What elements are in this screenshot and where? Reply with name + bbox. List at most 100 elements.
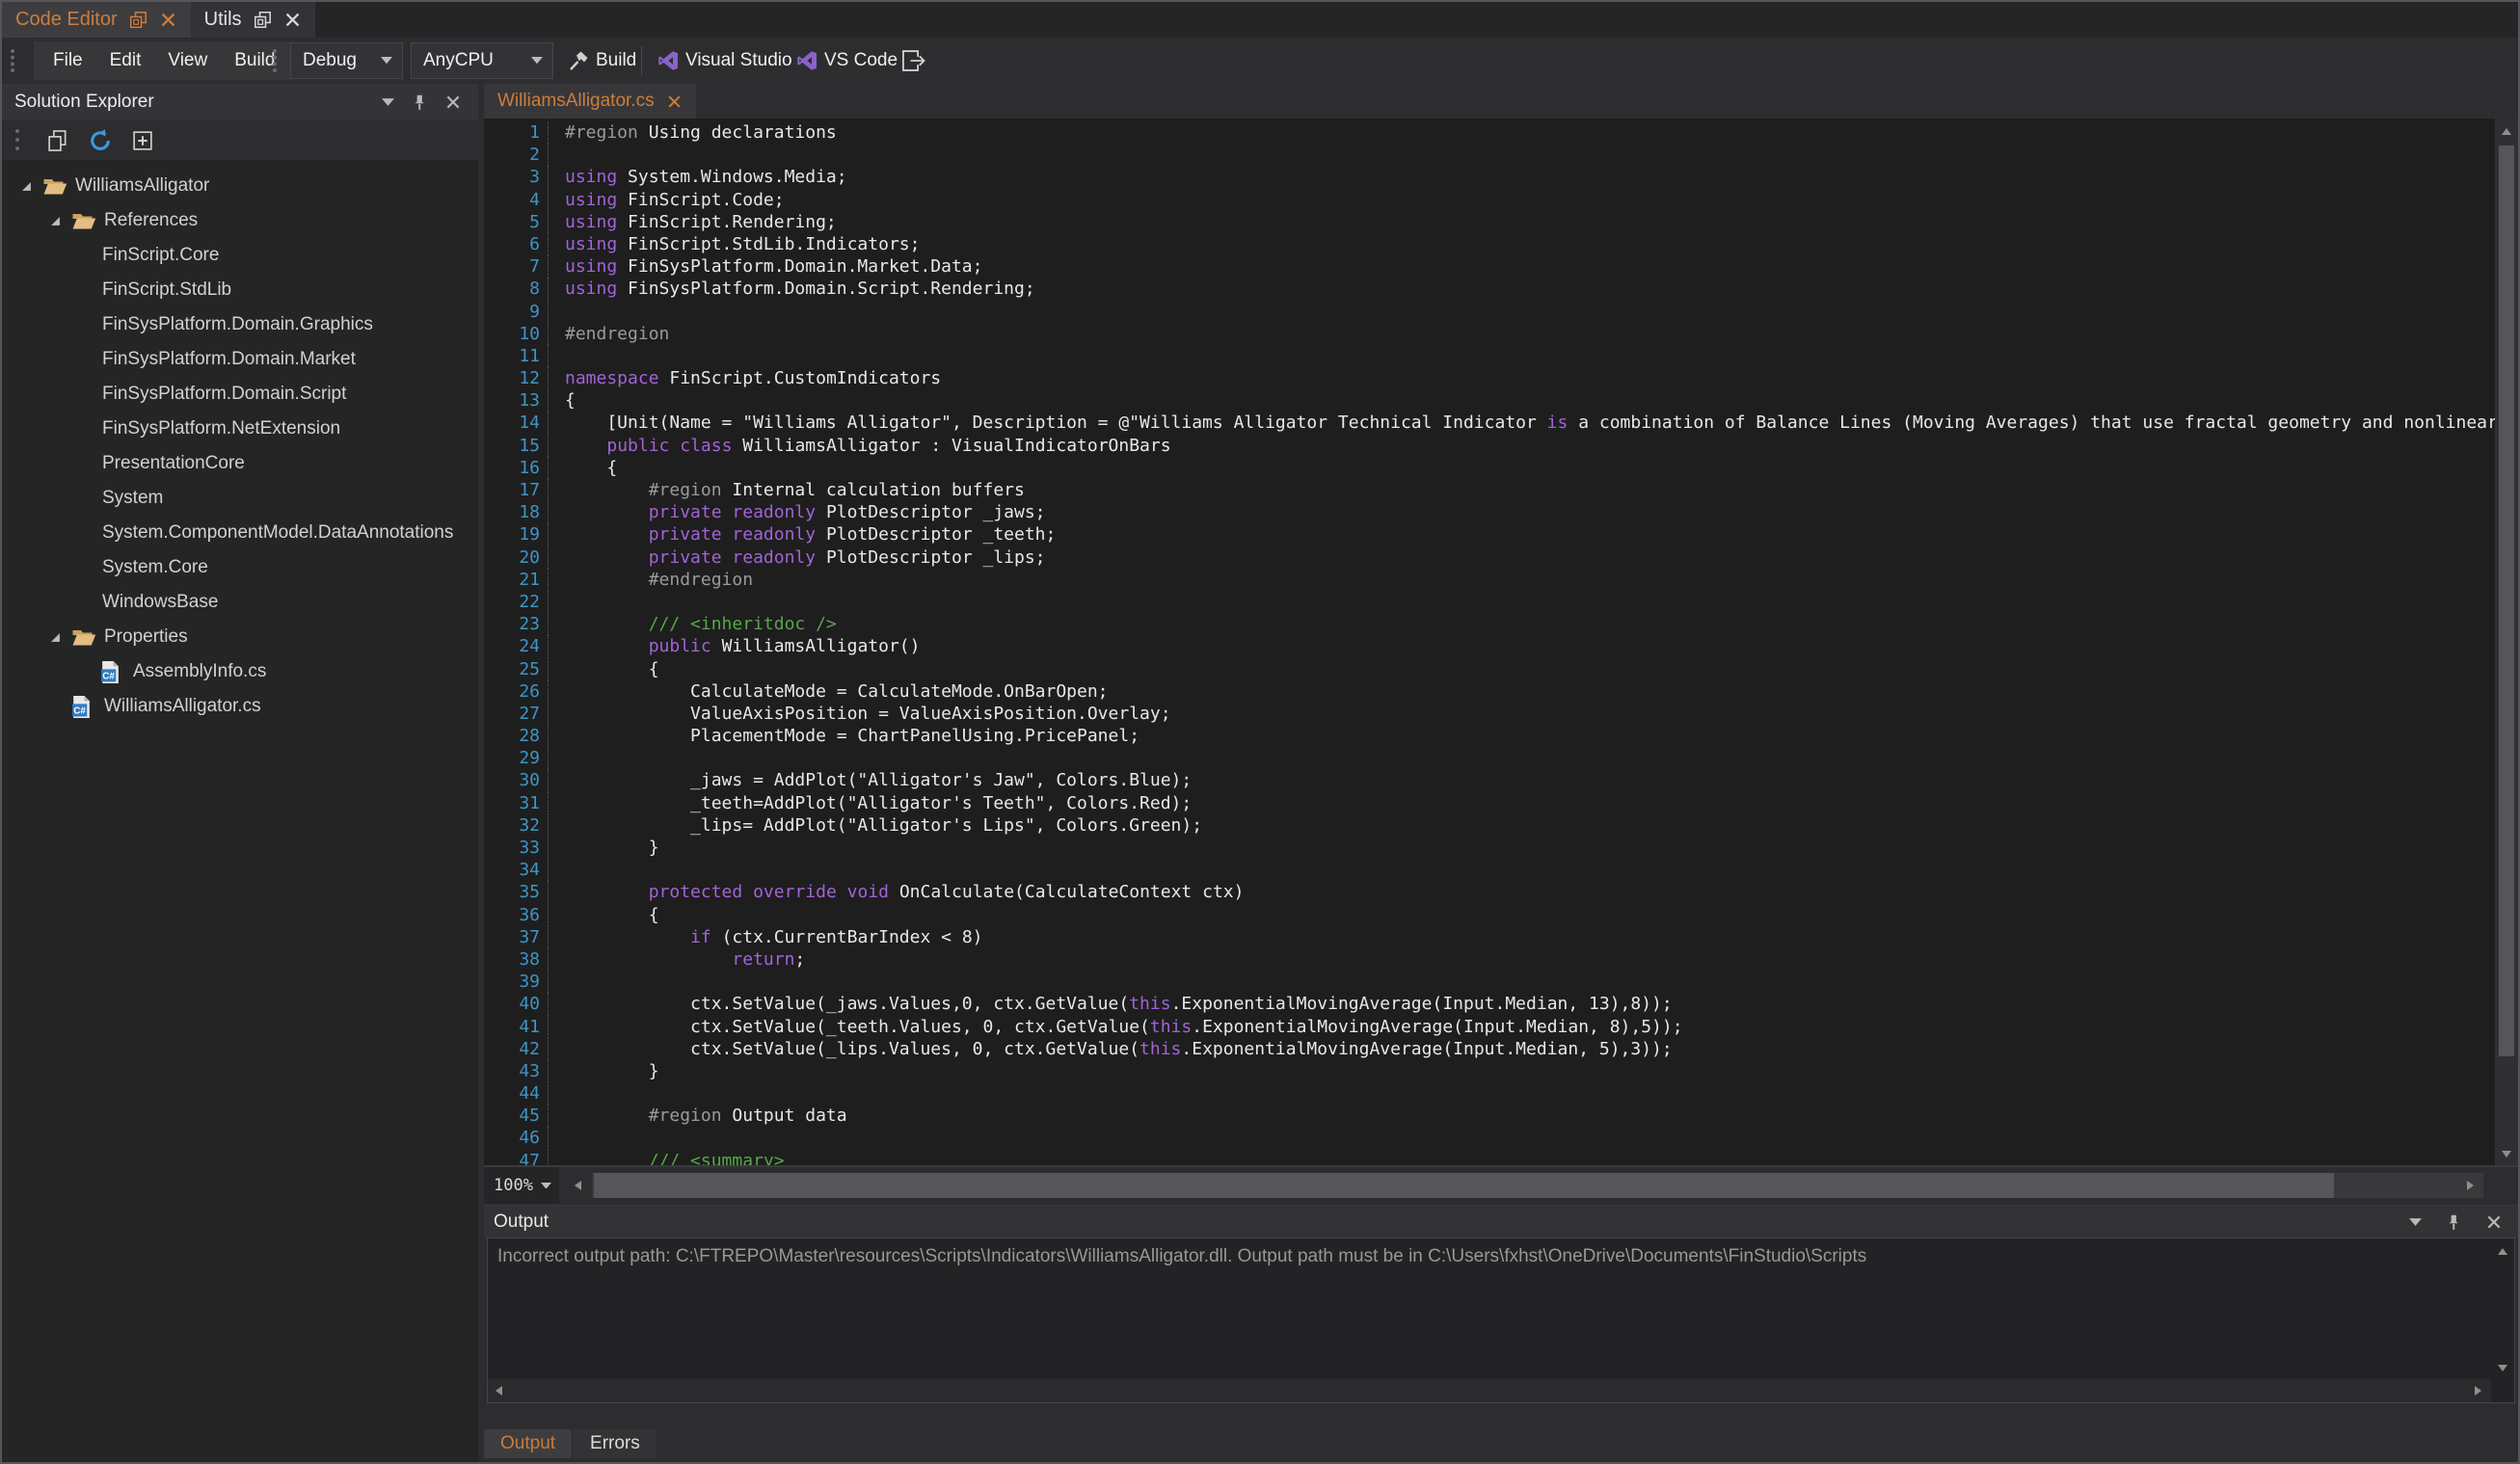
code-editor-area[interactable]: 1#region Using declarations23using Syste… bbox=[484, 119, 2518, 1165]
code-line-17[interactable]: 17 #region Internal calculation buffers bbox=[484, 479, 2495, 501]
code-line-4[interactable]: 4using FinScript.Code; bbox=[484, 189, 2495, 211]
code-line-21[interactable]: 21 #endregion bbox=[484, 569, 2495, 591]
tree-item-finscript-core[interactable]: FinScript.Core bbox=[2, 238, 478, 273]
window-tab-code-editor[interactable]: Code Editor bbox=[2, 2, 191, 38]
code-line-20[interactable]: 20 private readonly PlotDescriptor _lips… bbox=[484, 546, 2495, 569]
code-line-40[interactable]: 40 ctx.SetValue(_jaws.Values,0, ctx.GetV… bbox=[484, 993, 2495, 1015]
code-line-24[interactable]: 24 public WilliamsAlligator() bbox=[484, 635, 2495, 657]
code-line-25[interactable]: 25 { bbox=[484, 658, 2495, 680]
file-tab-williamsalligator[interactable]: WilliamsAlligator.cs bbox=[484, 84, 696, 119]
code-line-27[interactable]: 27 ValueAxisPosition = ValueAxisPosition… bbox=[484, 703, 2495, 725]
code-line-45[interactable]: 45 #region Output data bbox=[484, 1105, 2495, 1127]
tree-item-finsysplatform-domain-graphics[interactable]: FinSysPlatform.Domain.Graphics bbox=[2, 307, 478, 342]
output-horizontal-scrollbar[interactable] bbox=[488, 1379, 2491, 1402]
code-line-14[interactable]: 14 [Unit(Name = "Williams Alligator", De… bbox=[484, 412, 2495, 434]
close-icon[interactable] bbox=[444, 93, 462, 111]
export-button[interactable] bbox=[895, 42, 933, 79]
code-line-32[interactable]: 32 _lips= AddPlot("Alligator's Lips", Co… bbox=[484, 814, 2495, 837]
tree-item-finscript-stdlib[interactable]: FinScript.StdLib bbox=[2, 273, 478, 307]
vertical-scrollbar-thumb[interactable] bbox=[2499, 146, 2514, 1056]
code-line-41[interactable]: 41 ctx.SetValue(_teeth.Values, 0, ctx.Ge… bbox=[484, 1016, 2495, 1038]
code-line-46[interactable]: 46 bbox=[484, 1127, 2495, 1149]
output-tab-errors[interactable]: Errors bbox=[574, 1429, 657, 1458]
open-in-vscode-button[interactable]: VS Code bbox=[790, 42, 903, 79]
open-in-visual-studio-button[interactable]: Visual Studio bbox=[651, 42, 798, 79]
expander-expanded-icon[interactable] bbox=[50, 215, 71, 226]
code-line-34[interactable]: 34 bbox=[484, 859, 2495, 881]
tree-item-system-componentmodel-dataannotations[interactable]: System.ComponentModel.DataAnnotations bbox=[2, 516, 478, 550]
code-line-43[interactable]: 43 } bbox=[484, 1060, 2495, 1082]
toolbar-grip-handle[interactable] bbox=[273, 49, 277, 72]
code-line-38[interactable]: 38 return; bbox=[484, 948, 2495, 971]
output-tab-output[interactable]: Output bbox=[484, 1429, 572, 1458]
menu-build[interactable]: Build bbox=[221, 41, 288, 80]
build-button[interactable]: Build bbox=[561, 42, 642, 79]
float-window-icon[interactable] bbox=[129, 11, 147, 29]
scroll-right-icon[interactable] bbox=[2464, 1180, 2476, 1191]
scroll-left-icon[interactable] bbox=[573, 1180, 584, 1191]
code-line-47[interactable]: 47 /// <summary> bbox=[484, 1150, 2495, 1165]
tree-item-finsysplatform-netextension[interactable]: FinSysPlatform.NetExtension bbox=[2, 412, 478, 446]
configuration-dropdown[interactable]: Debug bbox=[290, 42, 403, 79]
menu-edit[interactable]: Edit bbox=[96, 41, 155, 80]
platform-dropdown[interactable]: AnyCPU bbox=[411, 42, 553, 79]
code-line-31[interactable]: 31 _teeth=AddPlot("Alligator's Teeth", C… bbox=[484, 792, 2495, 814]
scroll-up-icon[interactable] bbox=[2501, 126, 2512, 138]
chevron-down-icon[interactable] bbox=[2409, 1218, 2422, 1226]
editor-horizontal-scrollbar[interactable] bbox=[592, 1173, 2483, 1198]
output-vertical-scrollbar[interactable] bbox=[2491, 1238, 2514, 1379]
chevron-down-icon[interactable] bbox=[382, 98, 394, 106]
tree-item-system[interactable]: System bbox=[2, 481, 478, 516]
scroll-right-icon[interactable] bbox=[2472, 1385, 2483, 1397]
code-line-3[interactable]: 3using System.Windows.Media; bbox=[484, 166, 2495, 188]
toolbar-grip-handle[interactable] bbox=[11, 49, 14, 72]
toolbar-grip-handle[interactable] bbox=[15, 129, 19, 150]
scroll-left-icon[interactable] bbox=[494, 1385, 505, 1397]
tree-item-windowsbase[interactable]: WindowsBase bbox=[2, 585, 478, 620]
close-icon[interactable] bbox=[666, 93, 683, 110]
code-line-2[interactable]: 2 bbox=[484, 144, 2495, 166]
expander-expanded-icon[interactable] bbox=[21, 180, 42, 192]
code-line-8[interactable]: 8using FinSysPlatform.Domain.Script.Rend… bbox=[484, 278, 2495, 300]
code-line-16[interactable]: 16 { bbox=[484, 457, 2495, 479]
code-line-19[interactable]: 19 private readonly PlotDescriptor _teet… bbox=[484, 523, 2495, 546]
code-line-10[interactable]: 10#endregion bbox=[484, 323, 2495, 345]
code-line-15[interactable]: 15 public class WilliamsAlligator : Visu… bbox=[484, 435, 2495, 457]
copy-files-icon[interactable] bbox=[42, 125, 73, 156]
code-line-22[interactable]: 22 bbox=[484, 591, 2495, 613]
code-line-44[interactable]: 44 bbox=[484, 1082, 2495, 1105]
code-line-42[interactable]: 42 ctx.SetValue(_lips.Values, 0, ctx.Get… bbox=[484, 1038, 2495, 1060]
code-line-7[interactable]: 7using FinSysPlatform.Domain.Market.Data… bbox=[484, 255, 2495, 278]
pin-icon[interactable] bbox=[2445, 1213, 2462, 1231]
scroll-up-icon[interactable] bbox=[2497, 1246, 2508, 1258]
refresh-icon[interactable] bbox=[85, 125, 116, 156]
code-line-37[interactable]: 37 if (ctx.CurrentBarIndex < 8) bbox=[484, 926, 2495, 948]
tree-item-williamsalligator-cs[interactable]: C#WilliamsAlligator.cs bbox=[2, 689, 478, 724]
code-line-11[interactable]: 11 bbox=[484, 345, 2495, 367]
scroll-down-icon[interactable] bbox=[2497, 1362, 2508, 1373]
add-item-icon[interactable] bbox=[127, 125, 158, 156]
tree-item-properties[interactable]: Properties bbox=[2, 620, 478, 654]
code-line-28[interactable]: 28 PlacementMode = ChartPanelUsing.Price… bbox=[484, 725, 2495, 747]
code-line-12[interactable]: 12namespace FinScript.CustomIndicators bbox=[484, 367, 2495, 389]
code-line-26[interactable]: 26 CalculateMode = CalculateMode.OnBarOp… bbox=[484, 680, 2495, 703]
code-line-23[interactable]: 23 /// <inheritdoc /> bbox=[484, 613, 2495, 635]
code-line-35[interactable]: 35 protected override void OnCalculate(C… bbox=[484, 881, 2495, 903]
code-line-30[interactable]: 30 _jaws = AddPlot("Alligator's Jaw", Co… bbox=[484, 769, 2495, 791]
code-line-29[interactable]: 29 bbox=[484, 747, 2495, 769]
editor-vertical-scrollbar[interactable] bbox=[2495, 119, 2518, 1165]
code-line-9[interactable]: 9 bbox=[484, 301, 2495, 323]
window-tab-utils[interactable]: Utils bbox=[191, 2, 315, 38]
tree-item-references[interactable]: References bbox=[2, 203, 478, 238]
tree-item-assemblyinfo-cs[interactable]: C#AssemblyInfo.cs bbox=[2, 654, 478, 689]
tree-item-system-core[interactable]: System.Core bbox=[2, 550, 478, 585]
tree-item-williamsalligator[interactable]: WilliamsAlligator bbox=[2, 169, 478, 203]
horizontal-scrollbar-thumb[interactable] bbox=[594, 1173, 2334, 1198]
code-line-1[interactable]: 1#region Using declarations bbox=[484, 121, 2495, 144]
code-line-5[interactable]: 5using FinScript.Rendering; bbox=[484, 211, 2495, 233]
code-line-39[interactable]: 39 bbox=[484, 971, 2495, 993]
close-icon[interactable] bbox=[159, 11, 177, 29]
code-line-18[interactable]: 18 private readonly PlotDescriptor _jaws… bbox=[484, 501, 2495, 523]
scroll-down-icon[interactable] bbox=[2501, 1148, 2512, 1159]
code-line-6[interactable]: 6using FinScript.StdLib.Indicators; bbox=[484, 233, 2495, 255]
